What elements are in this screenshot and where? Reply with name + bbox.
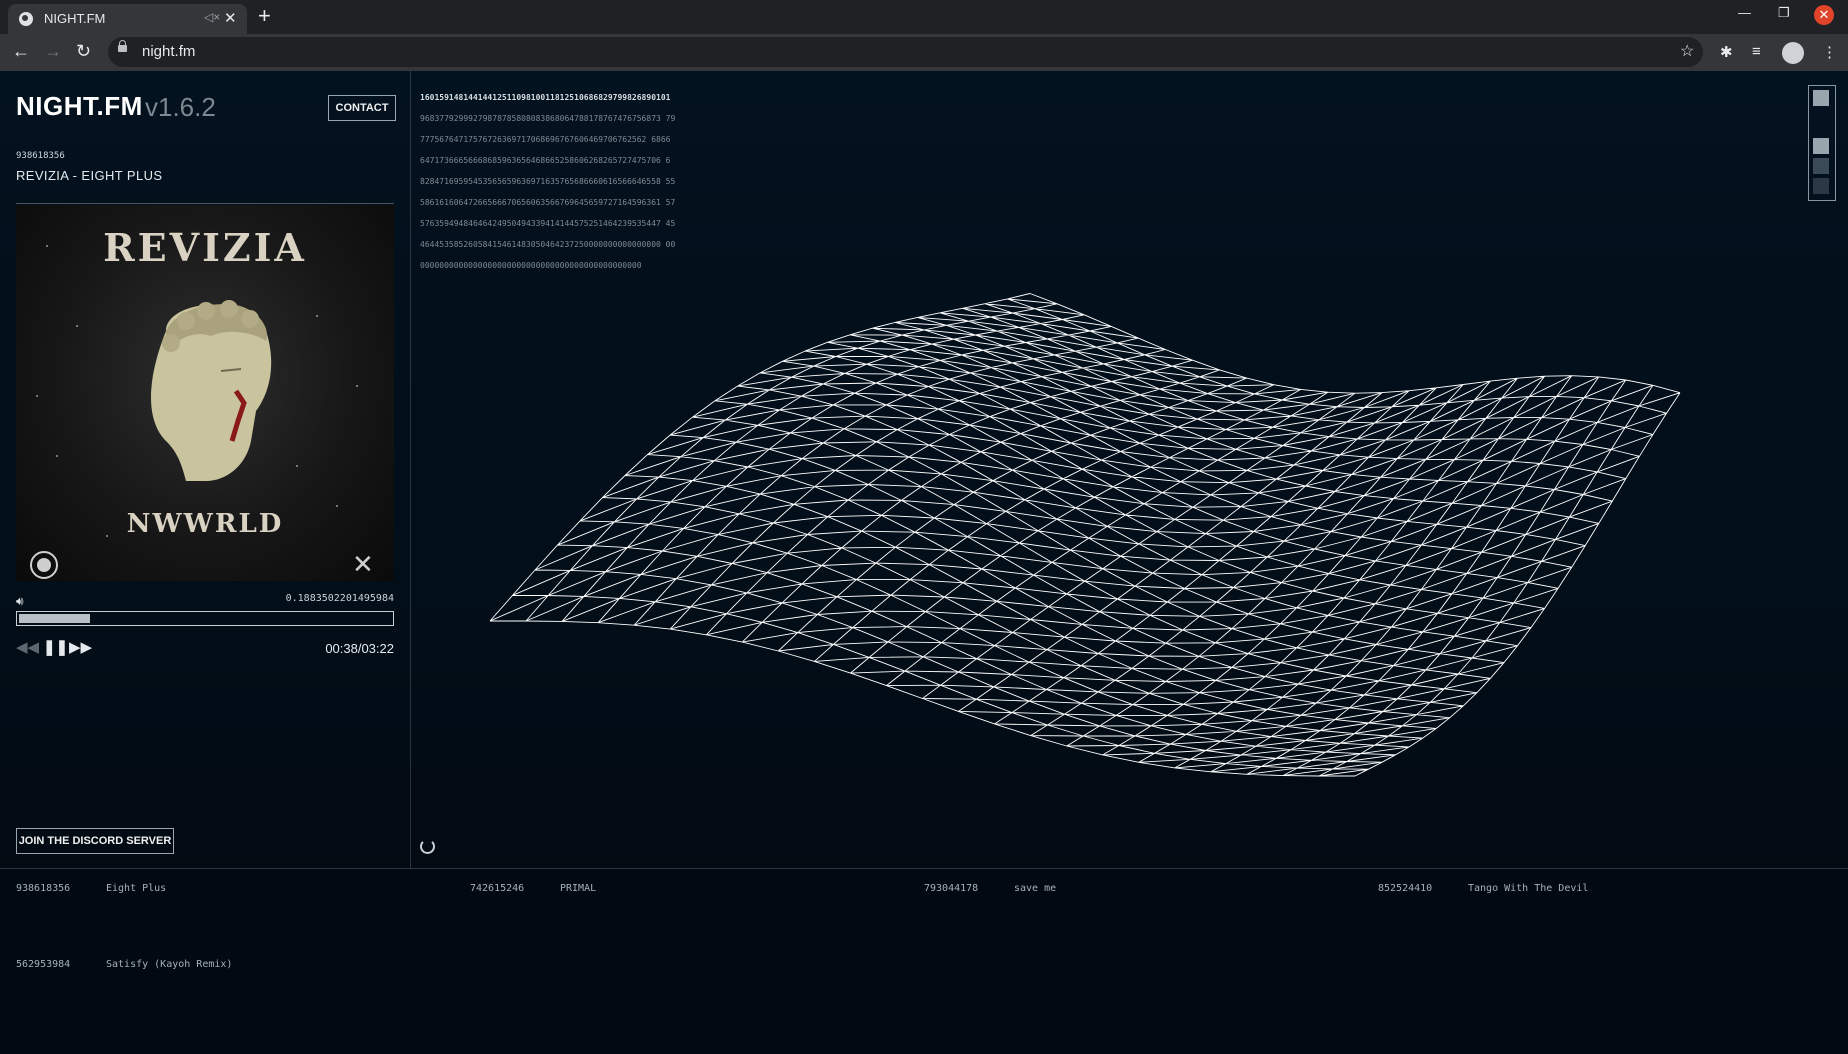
speaker-icon[interactable]: 🔊︎ [16, 594, 24, 609]
tab-title: NIGHT.FM [44, 11, 106, 26]
number-stream-line: 9683779299927987878580808386806478817876… [420, 114, 676, 123]
browser-tab[interactable]: NIGHT.FM ◁× ✕ [8, 4, 247, 34]
back-button[interactable]: ← [12, 41, 30, 62]
number-stream-line: 7775676471757672636971706869676760646970… [420, 135, 671, 144]
lock-icon [118, 40, 127, 52]
queue-item[interactable]: 742615246 PRIMAL [470, 883, 596, 894]
statue-bust-image [151, 300, 272, 481]
minimize-button[interactable]: — [1738, 5, 1751, 20]
address-bar[interactable]: night.fm ☆ [108, 37, 1703, 67]
page: NIGHT.FM v1.6.2 CONTACT 938618356 REVIZI… [0, 71, 1848, 1054]
cover-label-text: NWWRLD [126, 509, 284, 539]
browser-toolbar: ← → ↻ night.fm ☆ ✱ ≡ ⋮ [0, 34, 1848, 71]
extensions-icon[interactable]: ✱ [1720, 43, 1733, 61]
cover-artist-text: REVIZIA [103, 225, 307, 270]
player-panel: NIGHT.FM v1.6.2 CONTACT 938618356 REVIZI… [0, 71, 411, 868]
control-toggle-3[interactable] [1813, 158, 1829, 174]
queue-item[interactable]: 852524410 Tango With The Devil [1378, 883, 1588, 894]
speaker-muted-icon[interactable]: ◁× [204, 10, 220, 24]
new-tab-button[interactable]: + [258, 3, 271, 29]
volume-value: 0.1883502201495984 [285, 593, 394, 604]
current-track-title: REVIZIA - EIGHT PLUS [16, 168, 163, 183]
current-track-id: 938618356 [16, 151, 65, 161]
reload-button[interactable]: ↻ [76, 41, 91, 62]
window-close-button[interactable]: ✕ [1814, 5, 1834, 25]
restore-button[interactable]: ❐ [1778, 5, 1790, 21]
queue-item[interactable]: 938618356 Eight Plus [16, 883, 166, 894]
track-queue: 938618356 Eight Plus 742615246 PRIMAL 7930… [0, 868, 1848, 1054]
control-toggle-4[interactable] [1813, 178, 1829, 194]
forward-button[interactable]: → [44, 41, 62, 62]
wireframe-mesh [489, 293, 1681, 777]
divider [16, 203, 394, 204]
globe-icon [19, 12, 33, 26]
queue-item[interactable]: 562953984 Satisfy (Kayoh Remix) [16, 959, 232, 970]
number-stream-line: 1601591481441441251109810011812510686829… [420, 93, 671, 102]
control-toggle-2[interactable] [1813, 138, 1829, 154]
queue-item[interactable]: 793044178 save me [924, 883, 1056, 894]
url-text: night.fm [142, 43, 196, 60]
browser-tab-strip: NIGHT.FM ◁× ✕ + — ❐ ✕ [0, 0, 1848, 34]
loading-spinner-icon [420, 839, 435, 854]
number-stream-line: 8284716959545356565963697163576568666061… [420, 177, 676, 186]
discord-button[interactable]: JOIN THE DISCORD SERVER [16, 828, 174, 854]
progress-bar[interactable] [16, 611, 394, 626]
number-stream-line: 6471736665666868596365646866525860626826… [420, 156, 671, 165]
rewind-icon[interactable]: ◀◀ [16, 638, 39, 656]
contact-button[interactable]: CONTACT [328, 95, 396, 121]
playback-time: 00:38/03:22 [325, 641, 394, 656]
bookmark-star-icon[interactable]: ☆ [1680, 41, 1694, 61]
brand-title: NIGHT.FM [16, 91, 143, 121]
profile-avatar[interactable] [1782, 42, 1804, 64]
progress-fill [19, 614, 90, 623]
pause-icon[interactable]: ❚❚ [43, 638, 68, 656]
control-toggle-1[interactable] [1813, 90, 1829, 106]
menu-kebab-icon[interactable]: ⋮ [1822, 43, 1837, 61]
version-label: v1.6.2 [145, 92, 216, 122]
visualizer-controls [1808, 85, 1836, 201]
tab-close-icon[interactable]: ✕ [224, 9, 237, 27]
wireframe-terrain-visualizer [489, 293, 1681, 777]
media-control-icon[interactable]: ≡ [1752, 43, 1761, 60]
crossed-hammers-icon: ✕ [352, 549, 374, 579]
record-icon [30, 551, 58, 579]
fast-forward-icon[interactable]: ▶▶ [69, 638, 92, 656]
album-cover: REVIZIA NWWRLD ✕ [16, 205, 394, 581]
